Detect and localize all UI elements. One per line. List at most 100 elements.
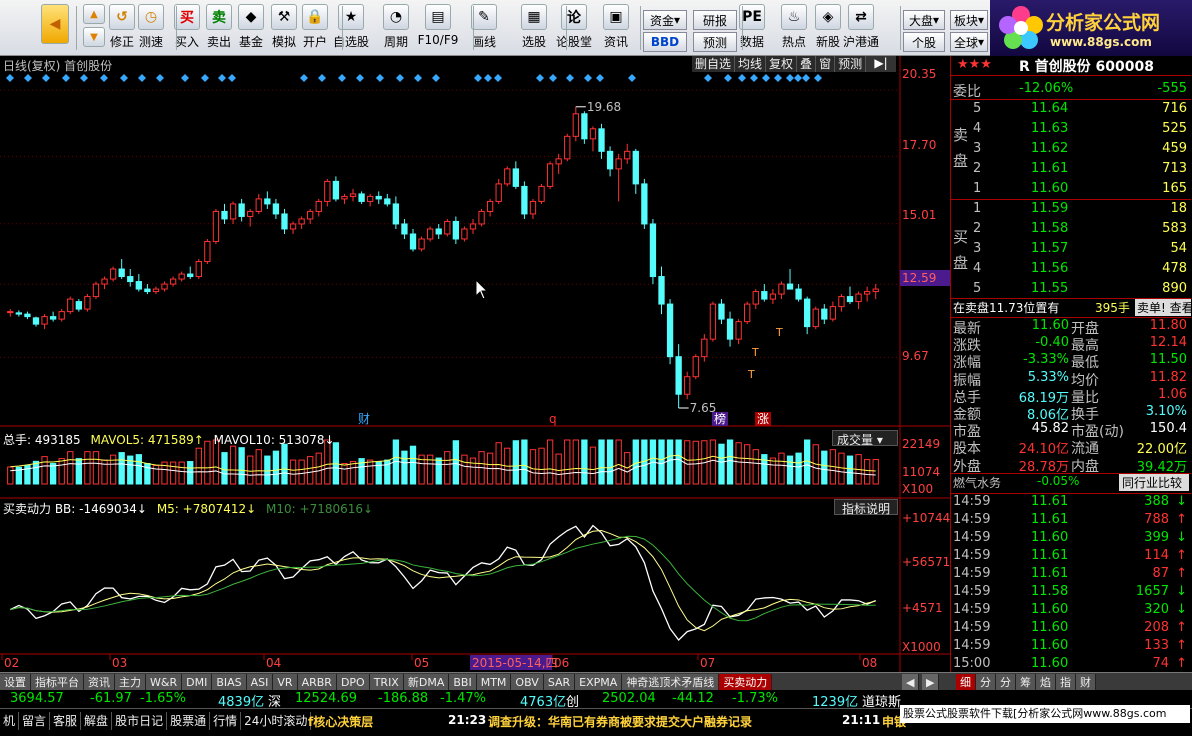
buy-level-row[interactable]: 5 11.55 890: [951, 281, 1191, 299]
status-link[interactable]: 行情: [210, 712, 242, 730]
forum-icon: 论: [561, 4, 587, 30]
status-link[interactable]: 解盘: [81, 712, 113, 730]
toolbar-button-news[interactable]: ▣ 资讯: [600, 4, 632, 52]
indicator-tab[interactable]: DPO: [336, 674, 370, 690]
sell-level-row[interactable]: 5 11.64 716: [951, 101, 1191, 119]
toolbar-button-fund[interactable]: ◆ 基金: [235, 4, 267, 52]
position-detail-link[interactable]: 卖单! 查看详细: [1135, 299, 1191, 316]
toolbar-button-hot[interactable]: ♨ 热点: [778, 4, 810, 52]
indicator-tab[interactable]: MTM: [476, 674, 512, 690]
sector-compare-button[interactable]: 同行业比较: [1119, 474, 1189, 491]
global-dropdown[interactable]: 全球 ▾: [950, 32, 988, 52]
indicator-tab[interactable]: 主力: [115, 674, 146, 690]
toolbar-button-new-stock[interactable]: ◈ 新股: [812, 4, 844, 52]
arrow-down-icon[interactable]: ▼: [83, 27, 105, 47]
toolbar-button-forum[interactable]: 论论股堂: [556, 4, 592, 52]
indicator-tab[interactable]: W&R: [146, 674, 183, 690]
kline-chart[interactable]: 20.3517.7015.019.6712.5919.687.65TTT财 q 榜涨…: [0, 56, 950, 672]
chart-top-button[interactable]: 窗: [816, 56, 836, 72]
volume-bar: [109, 454, 117, 485]
quote-tab[interactable]: 指: [1056, 674, 1076, 690]
toolbar-button-pe[interactable]: PE 数据: [736, 4, 768, 52]
indicator-tab[interactable]: ASI: [246, 674, 274, 690]
indicator-tab[interactable]: 神奇逃顶术矛盾线: [622, 674, 720, 690]
chart-top-button[interactable]: 复权: [766, 56, 798, 72]
status-link[interactable]: 留言: [19, 712, 51, 730]
toolbar-button-lock[interactable]: 🔒 开户: [299, 4, 331, 52]
indicator-tab[interactable]: VR: [273, 674, 298, 690]
quote-tab[interactable]: 分: [976, 674, 996, 690]
stock-code-title[interactable]: R 首创股份 600008: [1019, 56, 1154, 76]
indicator-tab[interactable]: DMI: [182, 674, 213, 690]
quote-tab[interactable]: 分: [996, 674, 1016, 690]
indicator-tab[interactable]: EXPMA: [575, 674, 623, 690]
quote-tab[interactable]: 细: [956, 674, 976, 690]
indicator-tab[interactable]: BBI: [449, 674, 477, 690]
toolbar-button-select[interactable]: ▦ 选股: [518, 4, 550, 52]
toolbar-button-clock[interactable]: ◷ 测速: [135, 4, 167, 52]
indicator-tab[interactable]: 买卖动力: [719, 674, 773, 690]
indicator-tab[interactable]: 指标平台: [31, 674, 84, 690]
indicator-tab[interactable]: SAR: [543, 674, 576, 690]
scroll-buttons[interactable]: ▲ ▼: [82, 4, 106, 52]
tick-price: 11.61: [1031, 548, 1069, 563]
sector-name[interactable]: 燃气水务: [953, 474, 1001, 491]
arrow-up-icon[interactable]: ▲: [83, 4, 105, 24]
level-price: 11.61: [1031, 161, 1069, 176]
chart-top-button[interactable]: 叠: [797, 56, 817, 72]
tab-scroll-left-icon[interactable]: ◀: [902, 674, 920, 690]
quote-tab[interactable]: 财: [1076, 674, 1096, 690]
chart-top-button[interactable]: 均线: [735, 56, 767, 72]
volume-bar: [49, 463, 57, 485]
indicator-help-button[interactable]: 指标说明: [834, 499, 898, 516]
volume-dropdown[interactable]: 成交量 ▾: [832, 430, 898, 447]
toolbar-button-undo[interactable]: ↺ 修正: [106, 4, 138, 52]
chart-top-button[interactable]: 删自选: [692, 56, 736, 72]
indicator-tab[interactable]: BIAS: [212, 674, 247, 690]
status-link[interactable]: 客服: [50, 712, 82, 730]
sell-level-row[interactable]: 4 11.63 525: [951, 121, 1191, 139]
quote-tab[interactable]: 筹: [1016, 674, 1036, 690]
buy-level-row[interactable]: 2 11.58 583: [951, 221, 1191, 239]
buy-level-row[interactable]: 1 11.59 18: [951, 201, 1191, 219]
toolbar-button-period[interactable]: ◔ 周期: [380, 4, 412, 52]
forecast-button[interactable]: 预测: [693, 32, 737, 52]
quote-tab[interactable]: 焰: [1036, 674, 1056, 690]
back-button[interactable]: ◀: [40, 4, 70, 52]
toolbar-button-hammer[interactable]: ⚒ 模拟: [268, 4, 300, 52]
chart-more-arrow-icon[interactable]: ▶|: [866, 56, 896, 72]
indicator-tab[interactable]: 新DMA: [403, 674, 450, 690]
market-dropdown[interactable]: 大盘 ▾: [903, 10, 945, 30]
buy-level-row[interactable]: 3 11.57 54: [951, 241, 1191, 259]
sector-dropdown[interactable]: 板块 ▾: [950, 10, 988, 30]
indicator-tab[interactable]: ARBR: [297, 674, 337, 690]
indicator-tab[interactable]: TRIX: [369, 674, 404, 690]
status-link[interactable]: 机: [0, 712, 20, 730]
toolbar-button-sell[interactable]: 卖卖出: [203, 4, 235, 52]
tab-scroll-right-icon[interactable]: ▶: [922, 674, 940, 690]
fund-dropdown[interactable]: 资金 ▾: [643, 10, 687, 30]
indicator-tab[interactable]: OBV: [511, 674, 544, 690]
indicator-tab[interactable]: 资讯: [84, 674, 115, 690]
signal-diamond-icon: [549, 74, 557, 82]
status-link[interactable]: 股市日记: [112, 712, 168, 730]
sell-level-row[interactable]: 2 11.61 713: [951, 161, 1191, 179]
f10-button[interactable]: ▤ F10/F9: [416, 4, 460, 52]
chart-top-button[interactable]: 预测: [835, 56, 867, 72]
news-headline-1[interactable]: 调查升级：华南已有券商被要求提交大户融券记录: [488, 713, 752, 730]
toolbar-button-star[interactable]: ★ 自选股: [333, 4, 369, 52]
kline-chart-area[interactable]: 20.35 17.70 15.01 9.67 12.59 19.68 7.65 T T T 财 q 榜涨…: [0, 56, 950, 672]
buy-level-row[interactable]: 4 11.56 478: [951, 261, 1191, 279]
sell-level-row[interactable]: 3 11.62 459: [951, 141, 1191, 159]
bbd-button[interactable]: BBD: [643, 32, 687, 52]
stock-button[interactable]: 个股: [903, 32, 945, 52]
status-link[interactable]: 24小时滚动: [241, 712, 312, 730]
logo-title: 分析家公式网: [1046, 12, 1161, 34]
report-button[interactable]: 研报: [693, 10, 737, 30]
undo-icon: ↺: [109, 4, 135, 30]
toolbar-button-hk-connect[interactable]: ⇄ 沪港通: [843, 4, 879, 52]
sell-level-row[interactable]: 1 11.60 165: [951, 181, 1191, 199]
status-link[interactable]: 股票通: [167, 712, 211, 730]
news-ticker-1[interactable]: f核心决策层: [308, 713, 373, 730]
indicator-tab[interactable]: 设置: [0, 674, 31, 690]
